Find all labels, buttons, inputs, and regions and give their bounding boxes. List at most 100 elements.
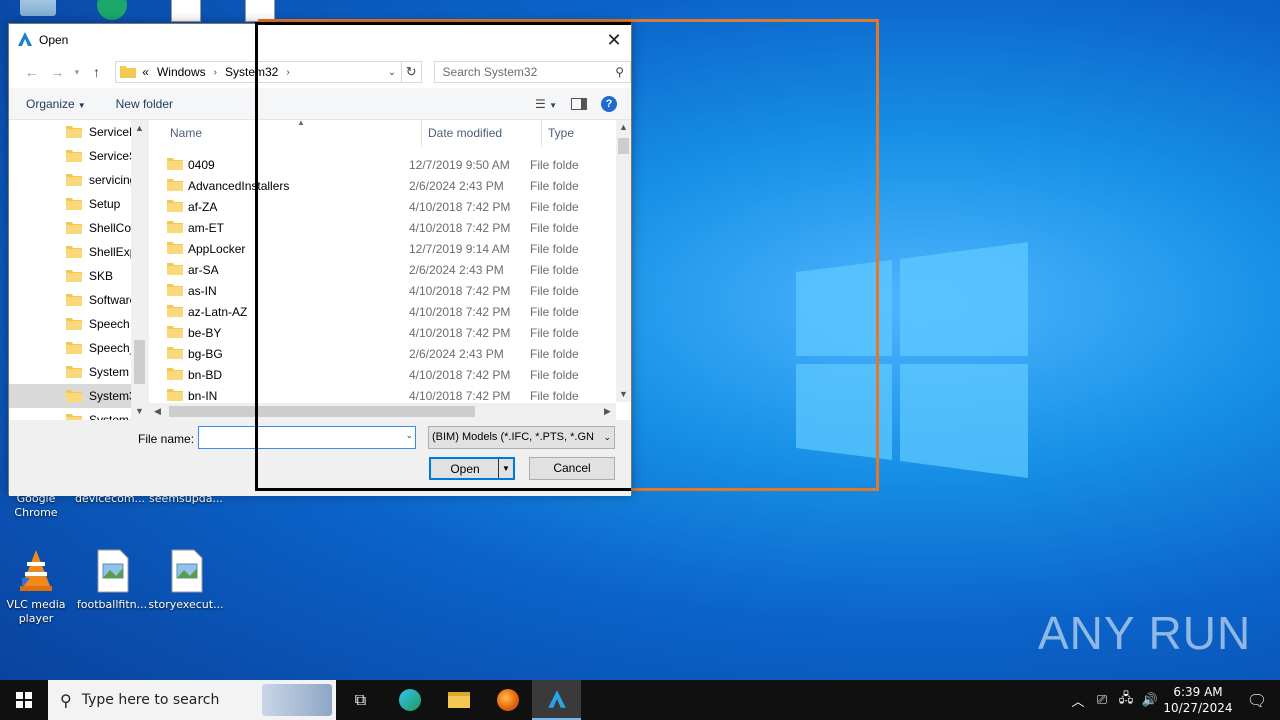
- nav-item[interactable]: servicing: [9, 168, 148, 192]
- breadcrumb-windows[interactable]: Windows: [157, 65, 206, 79]
- nav-item[interactable]: ShellCompo: [9, 216, 148, 240]
- up-arrow-icon[interactable]: ↑: [84, 64, 110, 80]
- chevron-up-icon[interactable]: ︿: [1066, 691, 1090, 710]
- start-button[interactable]: [0, 680, 48, 720]
- notification-icon[interactable]: 🗨: [1234, 691, 1280, 710]
- scroll-left-icon[interactable]: ◀: [149, 406, 166, 417]
- nav-item-label: System: [89, 365, 130, 379]
- nav-item[interactable]: Speech_One: [9, 336, 148, 360]
- folder-icon: [66, 148, 82, 165]
- nav-item[interactable]: SKB: [9, 264, 148, 288]
- nav-item-label: Speech: [89, 317, 130, 331]
- nav-scrollbar[interactable]: ▲ ▼: [131, 120, 148, 420]
- recent-locations-icon[interactable]: ▾: [70, 67, 84, 78]
- folder-icon: [167, 156, 183, 173]
- nav-item[interactable]: SoftwareDis: [9, 288, 148, 312]
- taskbar: ⚲ Type here to search ⧉ ︿ ⎚ 🖧 🔊 6:39 AM …: [0, 680, 1280, 720]
- network-icon[interactable]: 🖧: [1114, 689, 1138, 711]
- app-taskbar-icon[interactable]: [532, 680, 581, 720]
- windows-start-icon: [16, 692, 32, 708]
- task-view-icon[interactable]: ⧉: [336, 680, 385, 720]
- edge-icon: [97, 0, 127, 20]
- volume-icon[interactable]: 🔊: [1138, 693, 1162, 708]
- file-name: bn-BD: [188, 367, 223, 382]
- file-name: be-BY: [188, 325, 222, 340]
- breadcrumb-overflow[interactable]: «: [142, 65, 149, 79]
- scroll-up-icon[interactable]: ▲: [131, 120, 148, 137]
- desktop-icon-label: storyexecut...: [148, 598, 224, 611]
- folder-icon: [66, 124, 82, 141]
- taskbar-search-box[interactable]: ⚲ Type here to search: [48, 680, 336, 720]
- scroll-down-icon[interactable]: ▼: [131, 403, 148, 420]
- organize-label: Organize: [26, 96, 75, 111]
- folder-icon: [66, 292, 82, 309]
- folder-icon: [66, 388, 82, 405]
- file-name: AppLocker: [188, 241, 246, 256]
- clock[interactable]: 6:39 AM 10/27/2024: [1162, 684, 1234, 716]
- clock-time: 6:39 AM: [1173, 685, 1223, 699]
- nav-item[interactable]: System: [9, 360, 148, 384]
- folder-icon: [167, 387, 183, 404]
- desktop-icon-chrome[interactable]: Google Chrome: [0, 492, 74, 520]
- nav-item[interactable]: ServiceState: [9, 144, 148, 168]
- folder-icon: [167, 177, 183, 194]
- nav-item[interactable]: ServiceProfi: [9, 120, 148, 144]
- folder-icon: [66, 244, 82, 261]
- document-icon: [171, 0, 201, 22]
- file-name: az-Latn-AZ: [188, 304, 248, 319]
- nav-item[interactable]: System32: [9, 384, 148, 408]
- edge-icon[interactable]: [385, 680, 434, 720]
- nav-scroll-thumb[interactable]: [134, 340, 145, 384]
- app-logo-icon: [17, 31, 33, 50]
- vlc-cone-icon: [16, 548, 56, 594]
- desktop-icon-label: Google Chrome: [14, 492, 58, 519]
- firefox-icon[interactable]: [483, 680, 532, 720]
- folder-icon: [66, 316, 82, 333]
- nav-item[interactable]: Speech: [9, 312, 148, 336]
- desktop-icon-label: VLC media player: [6, 598, 66, 625]
- desktop-icon-recycle-bin[interactable]: [0, 0, 76, 20]
- folder-icon: [66, 220, 82, 237]
- anyrun-watermark: ANY RUN: [1038, 606, 1251, 660]
- image-file-icon: [92, 548, 132, 594]
- desktop-icon-edge[interactable]: [74, 0, 150, 24]
- nav-item[interactable]: Setup: [9, 192, 148, 216]
- recycle-bin-icon: [20, 0, 56, 16]
- folder-icon: [167, 261, 183, 278]
- file-name: 0409: [188, 157, 215, 172]
- device-icon[interactable]: ⎚: [1090, 693, 1114, 708]
- organize-button[interactable]: Organize ▼: [26, 97, 86, 111]
- file-explorer-icon[interactable]: [434, 680, 483, 720]
- chevron-right-icon[interactable]: ›: [214, 67, 217, 78]
- folder-icon: [167, 282, 183, 299]
- caret-down-icon: ▼: [77, 100, 86, 110]
- folder-icon: [66, 268, 82, 285]
- folder-icon: [66, 364, 82, 381]
- nav-item[interactable]: ShellExperie: [9, 240, 148, 264]
- dialog-title: Open: [39, 33, 69, 47]
- file-name: am-ET: [188, 220, 224, 235]
- desktop-icon-vlc[interactable]: VLC media player: [0, 548, 74, 626]
- system-tray: ︿ ⎚ 🖧 🔊 6:39 AM 10/27/2024 🗨: [1066, 680, 1280, 720]
- navigation-pane: ServiceProfiServiceState servicing Setup Sh…: [9, 120, 149, 420]
- file-name: af-ZA: [188, 199, 218, 214]
- search-icon: ⚲: [60, 690, 72, 710]
- file-name: bn-IN: [188, 388, 218, 403]
- nav-item-label: Setup: [89, 197, 121, 211]
- folder-icon: [167, 303, 183, 320]
- file-name: ar-SA: [188, 262, 219, 277]
- folder-icon: [66, 172, 82, 189]
- nav-item-label: servicing: [89, 173, 137, 187]
- desktop-icon-storyexecut[interactable]: storyexecut...: [148, 548, 224, 612]
- forward-arrow-icon[interactable]: →: [45, 64, 71, 80]
- folder-icon: [167, 324, 183, 341]
- nav-item[interactable]: SystemApp: [9, 408, 148, 420]
- folder-icon: [66, 412, 82, 420]
- nav-item-label: SKB: [89, 269, 114, 283]
- back-arrow-icon[interactable]: ←: [19, 64, 45, 80]
- image-file-icon: [166, 548, 206, 594]
- clock-date: 10/27/2024: [1163, 701, 1233, 715]
- desktop-icon-footballfitn[interactable]: footballfitn...: [74, 548, 150, 612]
- new-folder-button[interactable]: New folder: [116, 97, 173, 111]
- file-name-label: File name:: [138, 432, 195, 446]
